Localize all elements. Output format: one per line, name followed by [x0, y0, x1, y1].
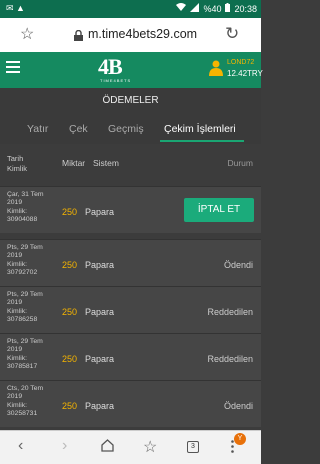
tab-count-button[interactable]: 3 — [187, 441, 199, 453]
row-id: 30792702 — [7, 268, 38, 276]
row-system: Papara — [85, 207, 115, 217]
cancel-button[interactable]: İPTAL ET — [184, 198, 254, 222]
row-status: Reddedilen — [207, 307, 253, 317]
site-logo-subtitle: TIME4BETS — [100, 78, 132, 83]
tab-withdraw[interactable]: Çek — [69, 123, 88, 135]
row-id: 30786258 — [7, 315, 38, 323]
notification-icons: ✉ ▲ — [6, 3, 25, 13]
table-row: Pts, 29 Tem 2019 Kimlik: 30792702 250 Pa… — [0, 239, 261, 286]
row-id-label: Kimlik: — [7, 307, 28, 315]
active-tab-indicator — [160, 140, 244, 142]
bookmark-star-icon[interactable]: ☆ — [20, 24, 34, 44]
row-amount: 250 — [62, 401, 78, 411]
row-system: Papara — [85, 401, 115, 411]
tab-history[interactable]: Geçmiş — [108, 123, 144, 135]
tab-deposit[interactable]: Yatır — [27, 123, 48, 135]
row-id-label: Kimlik: — [7, 401, 28, 409]
browser-url-bar: ☆ m.time4bets29.com ↻ — [0, 18, 261, 53]
col-system: Sistem — [93, 158, 119, 168]
col-status: Durum — [227, 158, 253, 168]
row-status: Ödendi — [223, 401, 253, 411]
forward-icon[interactable]: › — [62, 437, 67, 455]
row-id: 30904088 — [7, 215, 38, 223]
battery-level: %40 — [203, 3, 222, 14]
site-logo[interactable]: 4B — [98, 54, 123, 80]
back-icon[interactable]: ‹ — [18, 437, 23, 455]
home-icon[interactable] — [101, 439, 114, 457]
status-bar: ✉ ▲ %40 20:38 — [0, 0, 261, 18]
row-id: 30785817 — [7, 362, 38, 370]
username[interactable]: LOND72 — [227, 59, 254, 66]
browser-bottom-nav: ‹ › ☆ — [0, 430, 261, 464]
row-id-label: Kimlik: — [7, 354, 28, 362]
row-status: Reddedilen — [207, 354, 253, 364]
row-id-label: Kimlik: — [7, 260, 28, 268]
row-status: Ödendi — [223, 260, 253, 270]
hamburger-menu-icon[interactable] — [6, 61, 20, 76]
more-menu-icon[interactable] — [231, 440, 234, 458]
balance: 12.42TRY — [227, 69, 263, 78]
row-id: 30258731 — [7, 409, 38, 417]
wifi-icon — [176, 3, 187, 14]
col-amount: Miktar — [62, 158, 86, 168]
table-row: Cts, 20 Tem 2019 Kimlik: 30258731 250 Pa… — [0, 380, 261, 427]
bookmarks-star-icon[interactable]: ☆ — [143, 437, 157, 457]
table-header: Tarih Kimlik Miktar Sistem Durum — [0, 144, 261, 184]
row-date: Pts, 29 Tem 2019 — [7, 338, 43, 354]
row-date: Çar, 31 Tem 2019 — [7, 191, 44, 207]
table-row: Pts, 29 Tem 2019 Kimlik: 30785817 250 Pa… — [0, 333, 261, 380]
table-row: Pts, 29 Tem 2019 Kimlik: 30786258 250 Pa… — [0, 286, 261, 333]
clock: 20:38 — [234, 3, 257, 14]
row-system: Papara — [85, 354, 115, 364]
row-date: Cts, 20 Tem 2019 — [7, 385, 44, 401]
battery-icon — [225, 3, 231, 14]
row-date: Pts, 29 Tem 2019 — [7, 291, 43, 307]
col-date: Tarih — [7, 154, 24, 163]
lock-icon — [74, 28, 83, 46]
row-amount: 250 — [62, 207, 78, 217]
table-row: Çar, 31 Tem 2019 Kimlik: 30904088 250 Pa… — [0, 186, 261, 233]
url-text[interactable]: m.time4bets29.com — [88, 27, 197, 41]
row-amount: 250 — [62, 307, 78, 317]
reload-icon[interactable]: ↻ — [225, 24, 239, 44]
row-amount: 250 — [62, 354, 78, 364]
row-system: Papara — [85, 307, 115, 317]
user-icon[interactable] — [209, 60, 223, 81]
col-id: Kimlik — [7, 164, 27, 173]
tab-withdrawal-transactions[interactable]: Çekim İşlemleri — [164, 123, 236, 135]
row-amount: 250 — [62, 260, 78, 270]
row-system: Papara — [85, 260, 115, 270]
site-header: 4B TIME4BETS LOND72 12.42TRY — [0, 52, 263, 88]
row-date: Pts, 29 Tem 2019 — [7, 244, 43, 260]
notification-badge: Y — [234, 433, 246, 445]
page-title: ÖDEMELER — [0, 88, 261, 112]
signal-icon — [190, 3, 200, 14]
row-id-label: Kimlik: — [7, 207, 28, 215]
